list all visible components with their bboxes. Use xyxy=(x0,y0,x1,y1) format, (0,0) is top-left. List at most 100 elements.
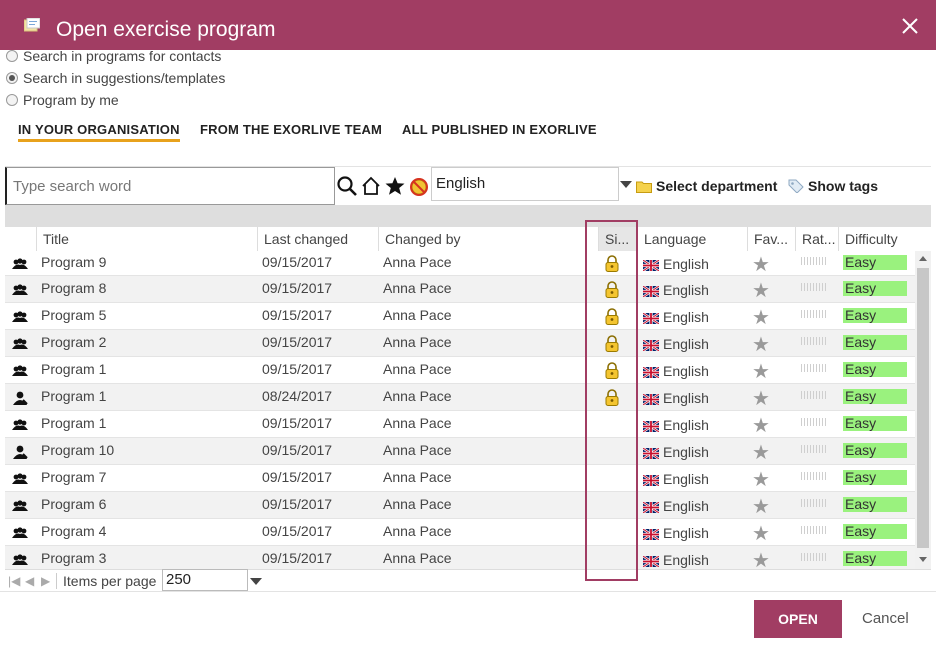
program-title: Program 10 xyxy=(41,442,115,458)
lock-icon xyxy=(605,281,619,298)
next-page-icon[interactable]: ▶ xyxy=(41,574,50,588)
first-page-icon[interactable]: |◀ xyxy=(8,574,20,588)
last-changed: 08/24/2017 xyxy=(262,388,333,404)
rating-indicator xyxy=(801,337,827,345)
tab-from-exorlive-team[interactable]: FROM THE EXORLIVE TEAM xyxy=(200,122,382,137)
difficulty-badge: Easy xyxy=(843,470,907,485)
previous-page-icon[interactable]: ◀ xyxy=(25,574,34,588)
favorite-star-icon[interactable]: ★ xyxy=(752,497,770,517)
table-row[interactable]: Program 1 09/15/2017 Anna Pace English ★ Easy xyxy=(5,357,915,384)
table-row[interactable]: Program 4 09/15/2017 Anna Pace English ★ Easy xyxy=(5,519,915,546)
radio-suggestions-templates[interactable]: Search in suggestions/templates xyxy=(6,68,225,88)
table-row[interactable]: Program 2 09/15/2017 Anna Pace English ★ Easy xyxy=(5,330,915,357)
tab-all-published[interactable]: ALL PUBLISHED IN EXORLIVE xyxy=(402,122,597,137)
changed-by: Anna Pace xyxy=(383,550,452,566)
scroll-down-arrow[interactable] xyxy=(919,557,927,562)
changed-by: Anna Pace xyxy=(383,334,452,350)
search-input[interactable] xyxy=(5,167,335,205)
table-row[interactable]: Program 1 09/15/2017 Anna Pace English ★ Easy xyxy=(5,411,915,438)
column-header-changed-by[interactable]: Changed by xyxy=(378,227,598,251)
radio-programs-for-contacts[interactable]: Search in programs for contacts xyxy=(6,46,221,66)
rating-indicator xyxy=(801,310,827,318)
open-button[interactable]: OPEN xyxy=(754,600,842,638)
table-row[interactable]: Program 8 09/15/2017 Anna Pace English ★ Easy xyxy=(5,276,915,303)
language-label: English xyxy=(663,525,709,541)
column-header-favorite[interactable]: Fav... xyxy=(747,227,795,251)
table-row[interactable]: Program 10 09/15/2017 Anna Pace English ★ Eas… xyxy=(5,438,915,465)
uk-flag-icon xyxy=(643,420,659,432)
tab-in-your-organisation[interactable]: IN YOUR ORGANISATION xyxy=(18,122,180,142)
show-tags-button[interactable]: Show tags xyxy=(788,178,878,194)
difficulty-badge: Easy xyxy=(843,255,907,270)
items-per-page-label: Items per page xyxy=(63,573,157,589)
difficulty-badge: Easy xyxy=(843,335,907,350)
last-changed: 09/15/2017 xyxy=(262,442,333,458)
last-changed: 09/15/2017 xyxy=(262,307,333,323)
select-department-label: Select department xyxy=(656,178,778,194)
table-row[interactable]: Program 3 09/15/2017 Anna Pace English ★ Easy xyxy=(5,546,915,569)
favorite-star-icon[interactable]: ★ xyxy=(752,470,770,490)
radio-button[interactable] xyxy=(6,72,18,84)
program-title: Program 7 xyxy=(41,469,107,485)
rating-indicator xyxy=(801,445,827,453)
items-per-page-select[interactable]: 250 xyxy=(162,569,248,591)
star-filter-icon[interactable] xyxy=(384,175,406,197)
group-users-icon xyxy=(12,338,28,349)
uk-flag-icon xyxy=(643,501,659,513)
favorite-star-icon[interactable]: ★ xyxy=(752,389,770,409)
radio-label: Search in suggestions/templates xyxy=(23,70,226,86)
column-header-title[interactable]: Title xyxy=(36,227,257,251)
difficulty-badge: Easy xyxy=(843,524,907,539)
favorite-star-icon[interactable]: ★ xyxy=(752,362,770,382)
column-header-last-changed[interactable]: Last changed xyxy=(257,227,378,251)
table-row[interactable]: Program 7 09/15/2017 Anna Pace English ★ Easy xyxy=(5,465,915,492)
favorite-star-icon[interactable]: ★ xyxy=(752,443,770,463)
column-header-signed[interactable]: Si... xyxy=(598,227,637,251)
scroll-up-arrow[interactable] xyxy=(919,256,927,261)
radio-button[interactable] xyxy=(6,50,18,62)
language-cell: English xyxy=(643,471,743,487)
column-header-language[interactable]: Language xyxy=(637,227,747,251)
cancel-button[interactable]: Cancel xyxy=(862,610,909,627)
items-per-page-dropdown-arrow[interactable] xyxy=(250,578,262,585)
uk-flag-icon xyxy=(643,285,659,297)
close-icon[interactable] xyxy=(900,16,920,36)
language-dropdown-arrow[interactable] xyxy=(620,181,632,188)
language-cell: English xyxy=(643,256,743,272)
language-cell: English xyxy=(643,444,743,460)
favorite-star-icon[interactable]: ★ xyxy=(752,255,770,275)
select-department-button[interactable]: Select department xyxy=(636,178,777,194)
difficulty-badge: Easy xyxy=(843,497,907,512)
column-header-rating[interactable]: Rat... xyxy=(795,227,838,251)
changed-by: Anna Pace xyxy=(383,307,452,323)
favorite-star-icon[interactable]: ★ xyxy=(752,416,770,436)
difficulty-badge: Easy xyxy=(843,443,907,458)
favorite-star-icon[interactable]: ★ xyxy=(752,524,770,544)
table-row[interactable]: Program 5 09/15/2017 Anna Pace English ★ Easy xyxy=(5,303,915,330)
language-label: English xyxy=(663,390,709,406)
table-row[interactable]: Program 1 08/24/2017 Anna Pace English ★ Easy xyxy=(5,384,915,411)
radio-program-by-me[interactable]: Program by me xyxy=(6,90,119,110)
column-header-difficulty[interactable]: Difficulty xyxy=(838,227,915,251)
favorite-star-icon[interactable]: ★ xyxy=(752,335,770,355)
favorite-star-icon[interactable]: ★ xyxy=(752,551,770,569)
rating-indicator xyxy=(801,553,827,561)
favorite-star-icon[interactable]: ★ xyxy=(752,308,770,328)
changed-by: Anna Pace xyxy=(383,415,452,431)
language-cell: English xyxy=(643,498,743,514)
program-title: Program 5 xyxy=(41,307,107,323)
table-row[interactable]: Program 6 09/15/2017 Anna Pace English ★ Easy xyxy=(5,492,915,519)
scrollbar-thumb[interactable] xyxy=(917,268,929,548)
lock-icon xyxy=(605,308,619,325)
rating-indicator xyxy=(801,283,827,291)
search-icon[interactable] xyxy=(336,175,358,197)
radio-label: Program by me xyxy=(23,92,119,108)
program-title: Program 8 xyxy=(41,280,107,296)
radio-button[interactable] xyxy=(6,94,18,106)
favorite-star-icon[interactable]: ★ xyxy=(752,281,770,301)
table-row[interactable]: Program 9 09/15/2017 Anna Pace English ★ Easy xyxy=(5,251,915,276)
uk-flag-icon xyxy=(643,474,659,486)
no-tag-filter-icon[interactable] xyxy=(408,175,430,197)
language-select[interactable]: English xyxy=(431,167,619,201)
home-icon[interactable] xyxy=(360,175,382,197)
